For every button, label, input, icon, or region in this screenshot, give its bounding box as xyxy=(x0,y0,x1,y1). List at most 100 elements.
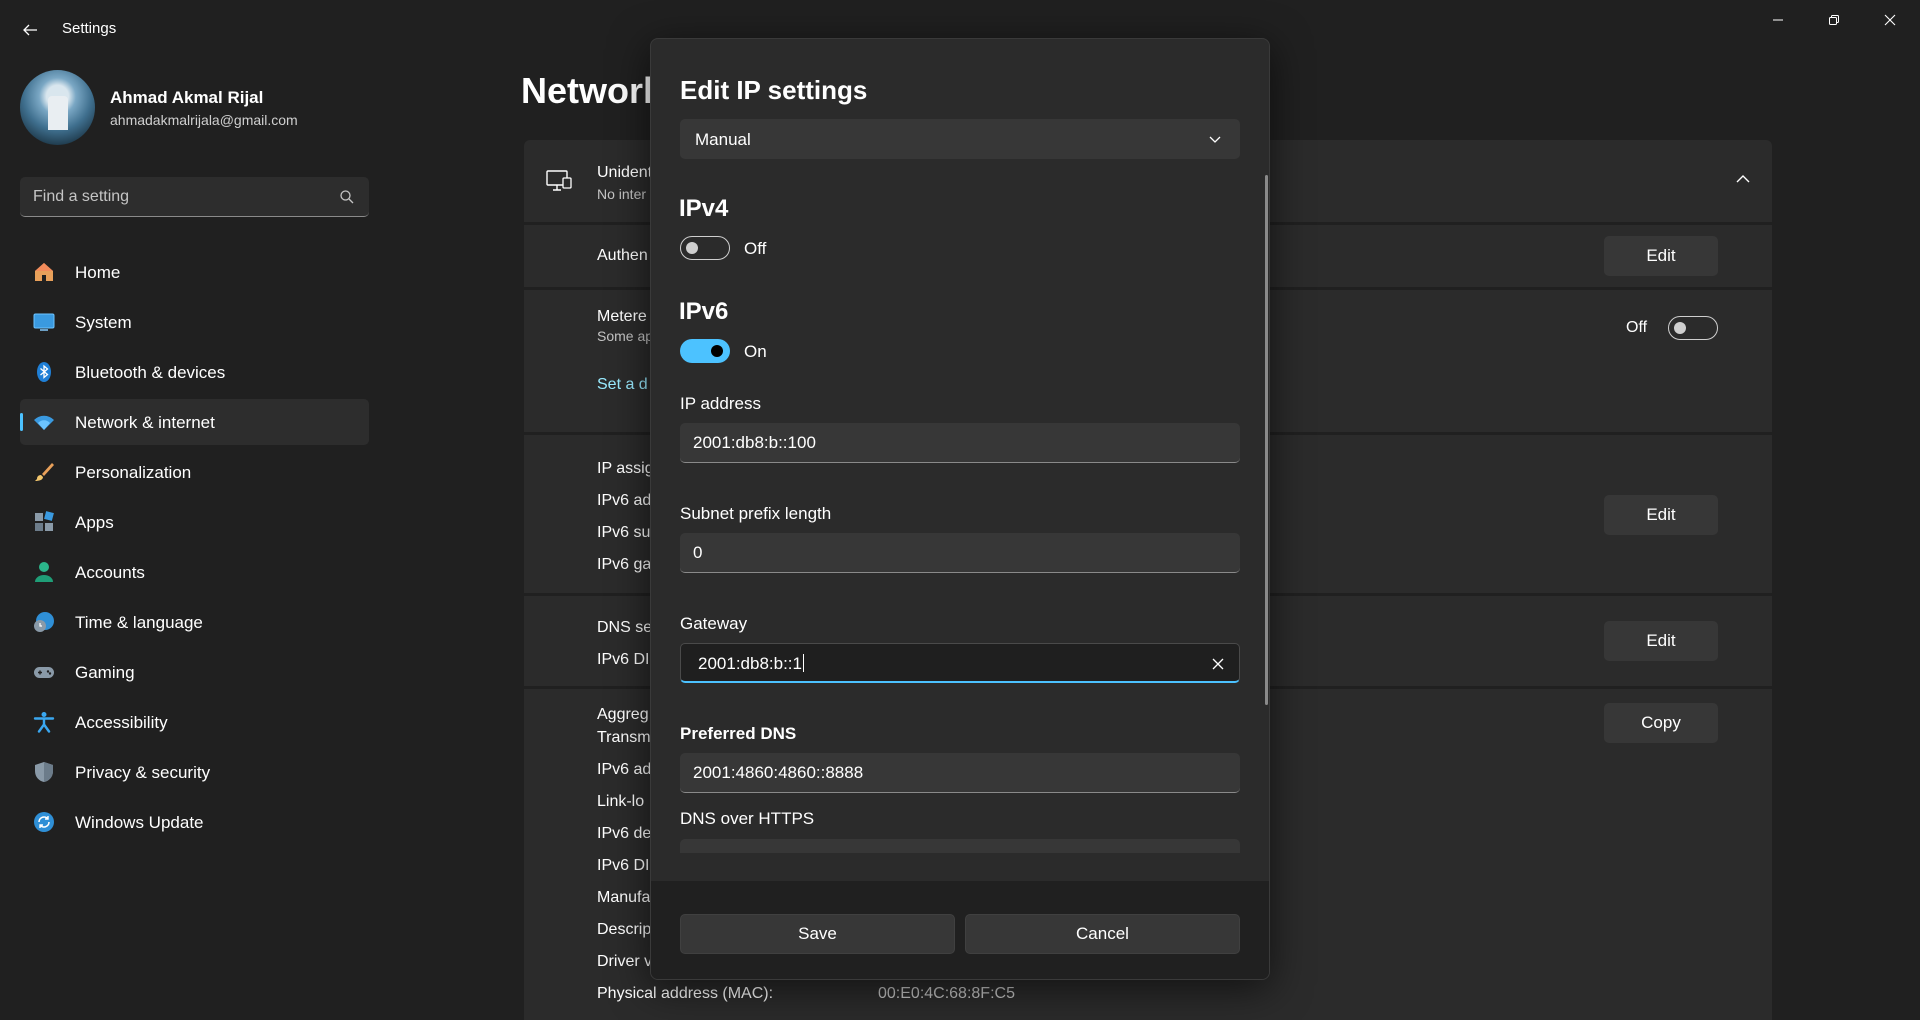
clear-icon[interactable] xyxy=(1211,657,1225,671)
dns-row: DNS se xyxy=(597,619,653,636)
sidebar-item-home[interactable]: Home xyxy=(20,249,369,295)
network-name: Unident xyxy=(597,164,653,181)
ethernet-monitor-icon xyxy=(546,170,572,191)
ipv6-toggle-state: On xyxy=(744,342,767,361)
text-caret xyxy=(802,654,804,672)
avatar xyxy=(20,70,95,145)
dns-row: IPv6 DI xyxy=(597,651,650,668)
sidebar-item-label: Bluetooth & devices xyxy=(75,363,226,382)
sidebar-item-system[interactable]: System xyxy=(20,299,369,345)
property-row: Descrip xyxy=(597,921,652,938)
gateway-value: 2001:db8:b::1 xyxy=(698,654,802,673)
property-row: Link-lo xyxy=(597,793,645,810)
restore-icon xyxy=(1829,15,1839,25)
sidebar-item-label: Gaming xyxy=(75,663,135,682)
property-row: Driver v xyxy=(597,953,653,970)
app-title: Settings xyxy=(62,20,117,37)
ip-mode-dropdown[interactable]: Manual xyxy=(680,119,1240,159)
gaming-icon xyxy=(34,667,54,678)
ip-row: IPv6 ad xyxy=(597,492,652,509)
sidebar-item-label: Windows Update xyxy=(75,813,204,832)
sidebar-item-label: Privacy & security xyxy=(75,763,211,782)
ip-row: IPv6 ga xyxy=(597,556,652,573)
ipv4-toggle-state: Off xyxy=(744,239,767,258)
edit-authentication-button[interactable]: Edit xyxy=(1604,236,1718,276)
brush-icon xyxy=(35,463,54,481)
back-arrow-icon xyxy=(23,24,37,36)
metered-toggle-state: Off xyxy=(1626,319,1648,336)
profile-email: ahmadakmalrijala@gmail.com xyxy=(110,112,298,128)
copy-properties-button[interactable]: Copy xyxy=(1604,703,1718,743)
chevron-up-icon[interactable] xyxy=(1734,170,1752,188)
sidebar-item-label: Accounts xyxy=(75,563,145,582)
minimize-button[interactable] xyxy=(1750,0,1806,40)
close-icon xyxy=(1884,14,1896,26)
metered-description: Some ap xyxy=(597,328,654,344)
ipv6-toggle[interactable] xyxy=(680,339,730,363)
preferred-dns-label: Preferred DNS xyxy=(680,724,797,743)
edit-dns-button[interactable]: Edit xyxy=(1604,621,1718,661)
sidebar-item-label: Apps xyxy=(75,513,114,532)
wifi-icon xyxy=(34,415,54,430)
system-icon xyxy=(33,313,55,331)
gateway-label: Gateway xyxy=(680,614,748,633)
ip-row: IPv6 su xyxy=(597,524,651,541)
dialog-title: Edit IP settings xyxy=(680,75,868,105)
page-title: Network xyxy=(521,70,664,111)
gateway-value-wrap: 2001:db8:b::1 xyxy=(698,654,804,674)
back-button[interactable] xyxy=(14,16,46,44)
cancel-button[interactable]: Cancel xyxy=(965,914,1240,954)
ipv4-heading: IPv4 xyxy=(679,195,729,222)
edit-ip-button[interactable]: Edit xyxy=(1604,495,1718,535)
search-input[interactable]: Find a setting xyxy=(20,177,369,217)
metered-toggle[interactable] xyxy=(1668,316,1718,340)
sidebar-item-label: Personalization xyxy=(75,463,192,482)
sidebar-item-label: Time & language xyxy=(75,613,203,632)
property-row: IPv6 de xyxy=(597,825,652,842)
property-row: Manufa xyxy=(597,889,651,906)
subnet-prefix-label: Subnet prefix length xyxy=(680,504,832,523)
ip-mode-value: Manual xyxy=(695,130,751,149)
ipv4-toggle[interactable] xyxy=(680,236,730,260)
ip-address-label: IP address xyxy=(680,394,761,413)
gateway-field[interactable]: 2001:db8:b::1 xyxy=(680,643,1240,683)
sidebar-item-windows-update[interactable]: Windows Update xyxy=(20,799,369,845)
dns-over-https-dropdown[interactable] xyxy=(680,839,1240,853)
ip-address-field[interactable]: 2001:db8:b::100 xyxy=(680,423,1240,463)
apps-icon xyxy=(35,511,54,531)
sidebar-item-label: Home xyxy=(75,263,121,282)
dns-over-https-label: DNS over HTTPS xyxy=(680,809,815,828)
dialog-scrollbar[interactable] xyxy=(1265,175,1268,705)
preferred-dns-field[interactable]: 2001:4860:4860::8888 xyxy=(680,753,1240,793)
update-icon xyxy=(34,812,54,832)
set-data-limit-link[interactable]: Set a d xyxy=(597,376,648,394)
sidebar-item-apps[interactable]: Apps xyxy=(20,499,369,545)
sidebar-item-personalization[interactable]: Personalization xyxy=(20,449,369,495)
sidebar-item-label: System xyxy=(75,313,132,332)
sidebar-item-accessibility[interactable]: Accessibility xyxy=(20,699,369,745)
subnet-prefix-field[interactable]: 0 xyxy=(680,533,1240,573)
accounts-icon xyxy=(35,562,53,582)
preferred-dns-value: 2001:4860:4860::8888 xyxy=(693,763,864,782)
time-language-icon xyxy=(34,612,54,632)
save-button[interactable]: Save xyxy=(680,914,955,954)
sidebar-item-bluetooth-devices[interactable]: Bluetooth & devices xyxy=(20,349,369,395)
property-row: Aggreg xyxy=(597,706,649,723)
sidebar-item-gaming[interactable]: Gaming xyxy=(20,649,369,695)
authentication-label: Authen xyxy=(597,247,648,264)
network-status: No inter xyxy=(597,186,647,202)
close-window-button[interactable] xyxy=(1862,0,1918,40)
restore-button[interactable] xyxy=(1806,0,1862,40)
sidebar-item-time-language[interactable]: Time & language xyxy=(20,599,369,645)
property-row: IPv6 DI xyxy=(597,857,650,874)
mac-address-value: 00:E0:4C:68:8F:C5 xyxy=(878,985,1015,1002)
accessibility-icon xyxy=(33,712,55,733)
sidebar-item-accounts[interactable]: Accounts xyxy=(20,549,369,595)
sidebar-item-privacy-security[interactable]: Privacy & security xyxy=(20,749,369,795)
profile-name: Ahmad Akmal Rijal xyxy=(110,88,264,107)
sidebar-item-network-internet[interactable]: Network & internet xyxy=(20,399,369,445)
chevron-down-icon xyxy=(1209,136,1221,143)
minimize-icon xyxy=(1773,19,1783,21)
mac-address-label: Physical address (MAC): xyxy=(597,985,774,1002)
property-row: Transm xyxy=(597,729,651,746)
